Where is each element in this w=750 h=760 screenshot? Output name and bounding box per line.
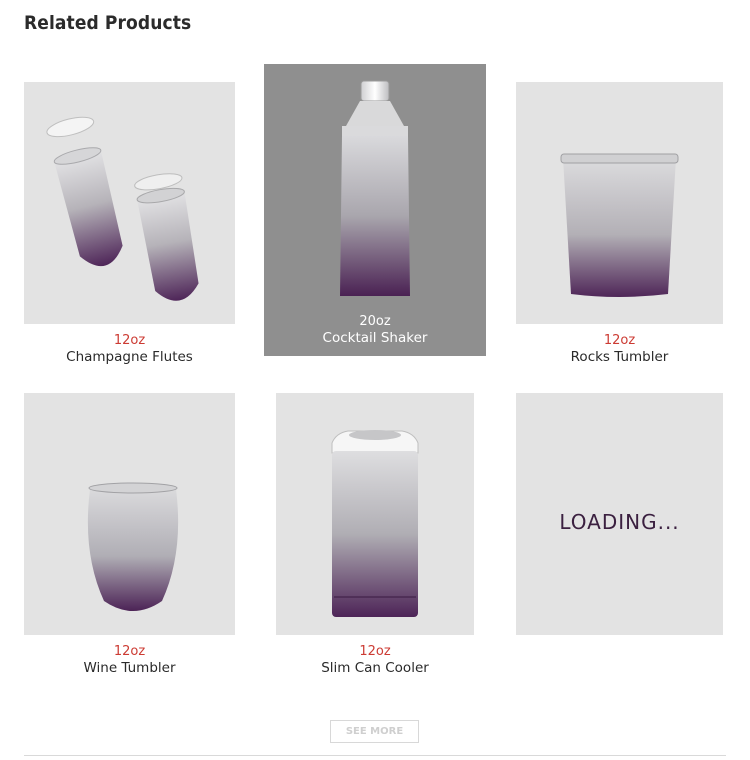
see-more-button[interactable]: SEE MORE: [330, 720, 419, 743]
loading-placeholder: LOADING...: [516, 393, 723, 635]
product-image-wine-tumbler[interactable]: [24, 393, 235, 635]
product-size: 12oz: [359, 644, 391, 659]
product-image-cocktail-shaker[interactable]: [264, 64, 486, 356]
product-size: 12oz: [113, 333, 146, 348]
rocks-tumbler-illustration: [560, 153, 679, 297]
product-image-rocks-tumbler[interactable]: [516, 82, 723, 324]
product-name[interactable]: Wine Tumbler: [24, 660, 235, 676]
loading-text: LOADING...: [559, 510, 680, 534]
product-name[interactable]: Rocks Tumbler: [516, 349, 723, 365]
product-card-rocks-tumbler[interactable]: 12oz Rocks Tumbler: [516, 82, 723, 372]
section-title: Related Products: [24, 12, 192, 34]
product-name[interactable]: Champagne Flutes: [24, 349, 235, 365]
product-image-champagne-flutes[interactable]: [24, 82, 235, 324]
product-name[interactable]: Cocktail Shaker: [264, 330, 486, 346]
product-size: 20oz: [359, 314, 391, 329]
product-size: 12oz: [113, 644, 146, 659]
divider: [24, 755, 726, 756]
loading-tile: LOADING...: [516, 393, 723, 635]
slim-can-cooler-illustration: [331, 430, 419, 617]
product-card-slim-can-cooler[interactable]: 12oz Slim Can Cooler: [276, 393, 474, 683]
product-size: 12oz: [603, 333, 636, 348]
cocktail-shaker-illustration: [340, 80, 410, 296]
product-card-wine-tumbler[interactable]: 12oz Wine Tumbler: [24, 393, 235, 683]
wine-tumbler-illustration: [87, 482, 179, 611]
product-name[interactable]: Slim Can Cooler: [276, 660, 474, 676]
product-card-champagne-flutes[interactable]: 12oz Champagne Flutes: [24, 82, 235, 372]
product-image-slim-can-cooler[interactable]: [276, 393, 474, 635]
product-card-cocktail-shaker[interactable]: 20oz Cocktail Shaker: [264, 64, 486, 356]
champagne-flutes-illustration: [46, 116, 199, 301]
